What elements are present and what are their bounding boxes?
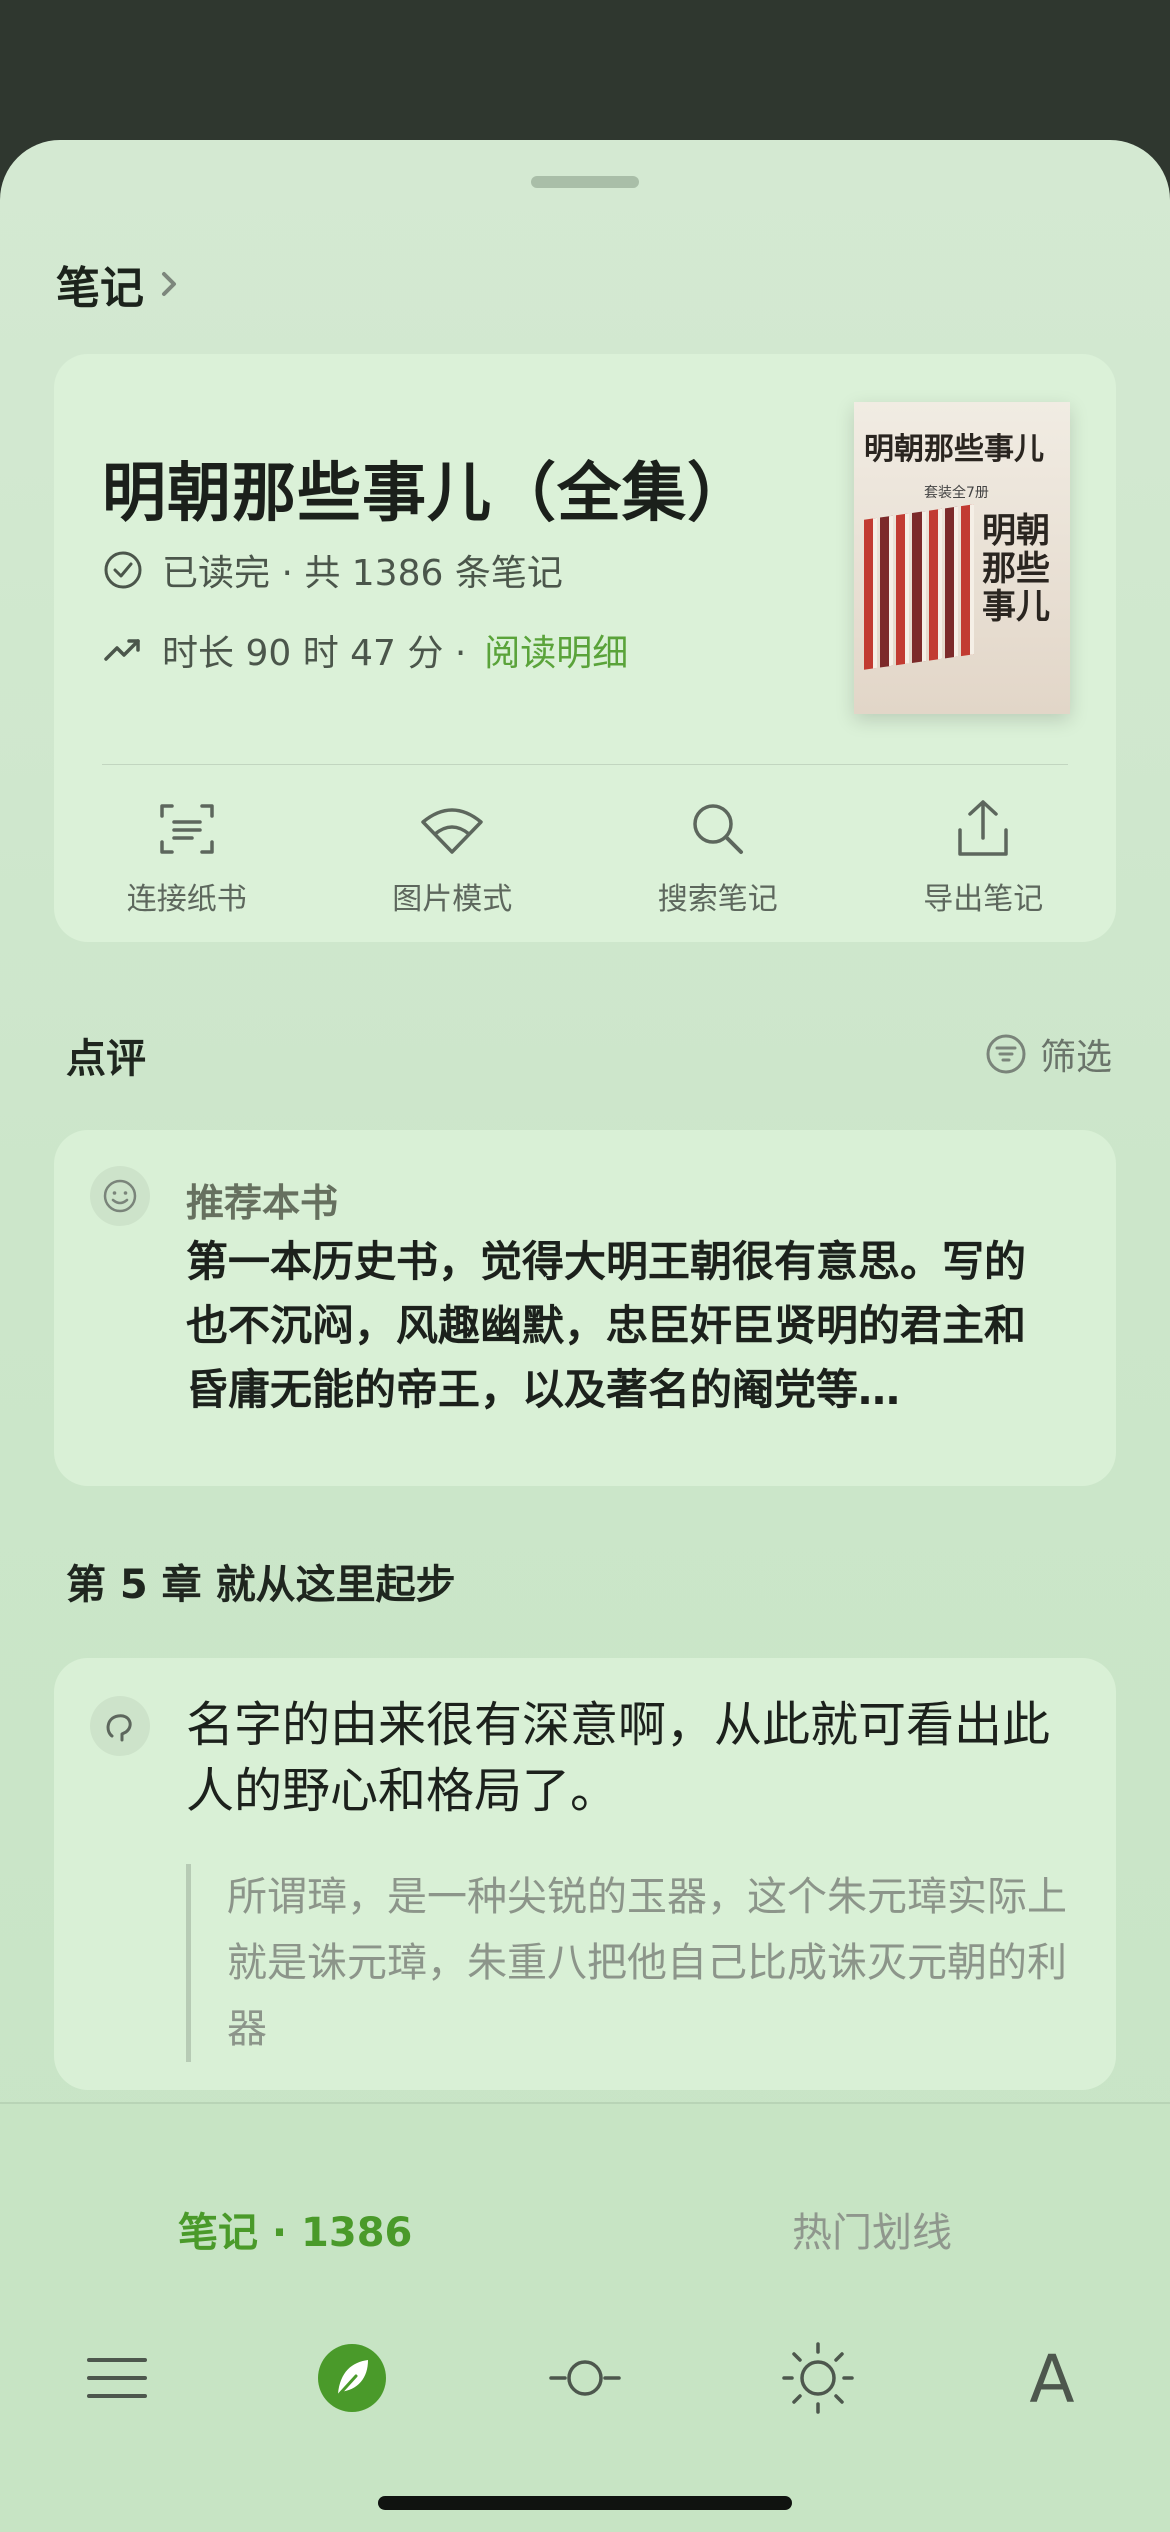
chevron-right-icon	[162, 272, 176, 296]
reading-duration: 时长 90 时 47 分 ·	[162, 633, 467, 674]
filter-label: 筛选	[1039, 1037, 1112, 1078]
progress-icon[interactable]	[543, 2336, 627, 2420]
book-title: 明朝那些事儿（全集）	[102, 456, 752, 531]
review-text: 第一本历史书，觉得大明王朝很有意思。写的也不沉闷，风趣幽默，忠臣奸臣贤明的君主和…	[186, 1237, 1027, 1414]
svg-text:A: A	[1029, 2341, 1074, 2418]
connect-paper-book-button[interactable]: 连接纸书	[54, 794, 320, 918]
note-card[interactable]: 名字的由来很有深意啊，从此就可看出此人的野心和格局了。 所谓璋，是一种尖锐的玉器…	[54, 1658, 1116, 2090]
book-status-row: 已读完 · 共 1386 条笔记	[102, 544, 563, 596]
filter-button[interactable]: 筛选	[984, 1028, 1112, 1080]
sheet-grabber[interactable]	[531, 176, 639, 188]
tool-label: 连接纸书	[126, 882, 247, 917]
tool-bar: 连接纸书 图片模式 搜索笔记 导出笔记	[54, 794, 1116, 918]
note-text: 名字的由来很有深意啊，从此就可看出此人的野心和格局了。	[186, 1697, 1051, 1819]
tool-label: 搜索笔记	[657, 882, 778, 917]
notes-header[interactable]: 笔记	[56, 252, 182, 316]
brightness-icon[interactable]	[776, 2336, 860, 2420]
notes-sheet: 笔记 明朝那些事儿（全集） 已读完 · 共 1386 条笔记 时长 90 时 4…	[0, 140, 1170, 2532]
check-circle-icon	[102, 549, 144, 591]
tab-hot-highlights[interactable]: 热门划线	[792, 2200, 952, 2258]
review-card[interactable]: 推荐本书 第一本历史书，觉得大明王朝很有意思。写的也不沉闷，风趣幽默，忠臣奸臣贤…	[54, 1130, 1116, 1486]
book-duration-row: 时长 90 时 47 分 · 阅读明细	[102, 624, 628, 676]
search-icon	[693, 804, 743, 854]
tool-label: 图片模式	[392, 882, 513, 917]
cover-book-spines	[864, 504, 974, 670]
reading-detail-link[interactable]: 阅读明细	[484, 624, 628, 676]
quote-text: 所谓璋，是一种尖锐的玉器，这个朱元璋实际上就是诛元璋，朱重八把他自己比成诛灭元朝…	[186, 1864, 1087, 2062]
smile-icon	[90, 1166, 150, 1226]
trend-icon	[102, 629, 144, 671]
chapter-title: 第 5 章 就从这里起步	[66, 1562, 456, 1608]
tab-notes[interactable]: 笔记 · 1386	[178, 2200, 412, 2258]
home-indicator[interactable]	[378, 2496, 792, 2510]
book-cover[interactable]: 明朝那些事儿 套装全7册 明朝那些事儿	[854, 402, 1070, 714]
export-notes-button[interactable]: 导出笔记	[851, 794, 1117, 918]
book-status: 已读完 · 共 1386 条笔记	[162, 553, 563, 594]
cover-subtitle: 套装全7册	[924, 485, 989, 501]
review-section-title: 点评	[66, 1036, 146, 1082]
font-icon[interactable]: A	[1010, 2336, 1094, 2420]
cover-title: 明朝那些事儿	[864, 432, 1044, 467]
cover-vertical-title: 明朝那些事儿	[982, 511, 1050, 627]
bottom-panel: 笔记 · 1386 热门划线 A	[0, 2102, 1170, 2532]
fan-icon	[421, 808, 483, 854]
leaf-icon[interactable]	[310, 2336, 394, 2420]
divider	[102, 764, 1068, 765]
book-card: 明朝那些事儿（全集） 已读完 · 共 1386 条笔记 时长 90 时 47 分…	[54, 354, 1116, 942]
search-notes-button[interactable]: 搜索笔记	[585, 794, 851, 918]
filter-icon	[986, 1034, 1026, 1074]
tool-label: 导出笔记	[923, 882, 1044, 917]
scan-icon	[160, 804, 214, 854]
review-label: 推荐本书	[186, 1181, 339, 1225]
image-mode-button[interactable]: 图片模式	[320, 794, 586, 918]
menu-icon[interactable]	[75, 2336, 159, 2420]
notes-title: 笔记	[56, 263, 144, 314]
thought-icon	[90, 1696, 150, 1756]
export-icon	[958, 800, 1008, 856]
